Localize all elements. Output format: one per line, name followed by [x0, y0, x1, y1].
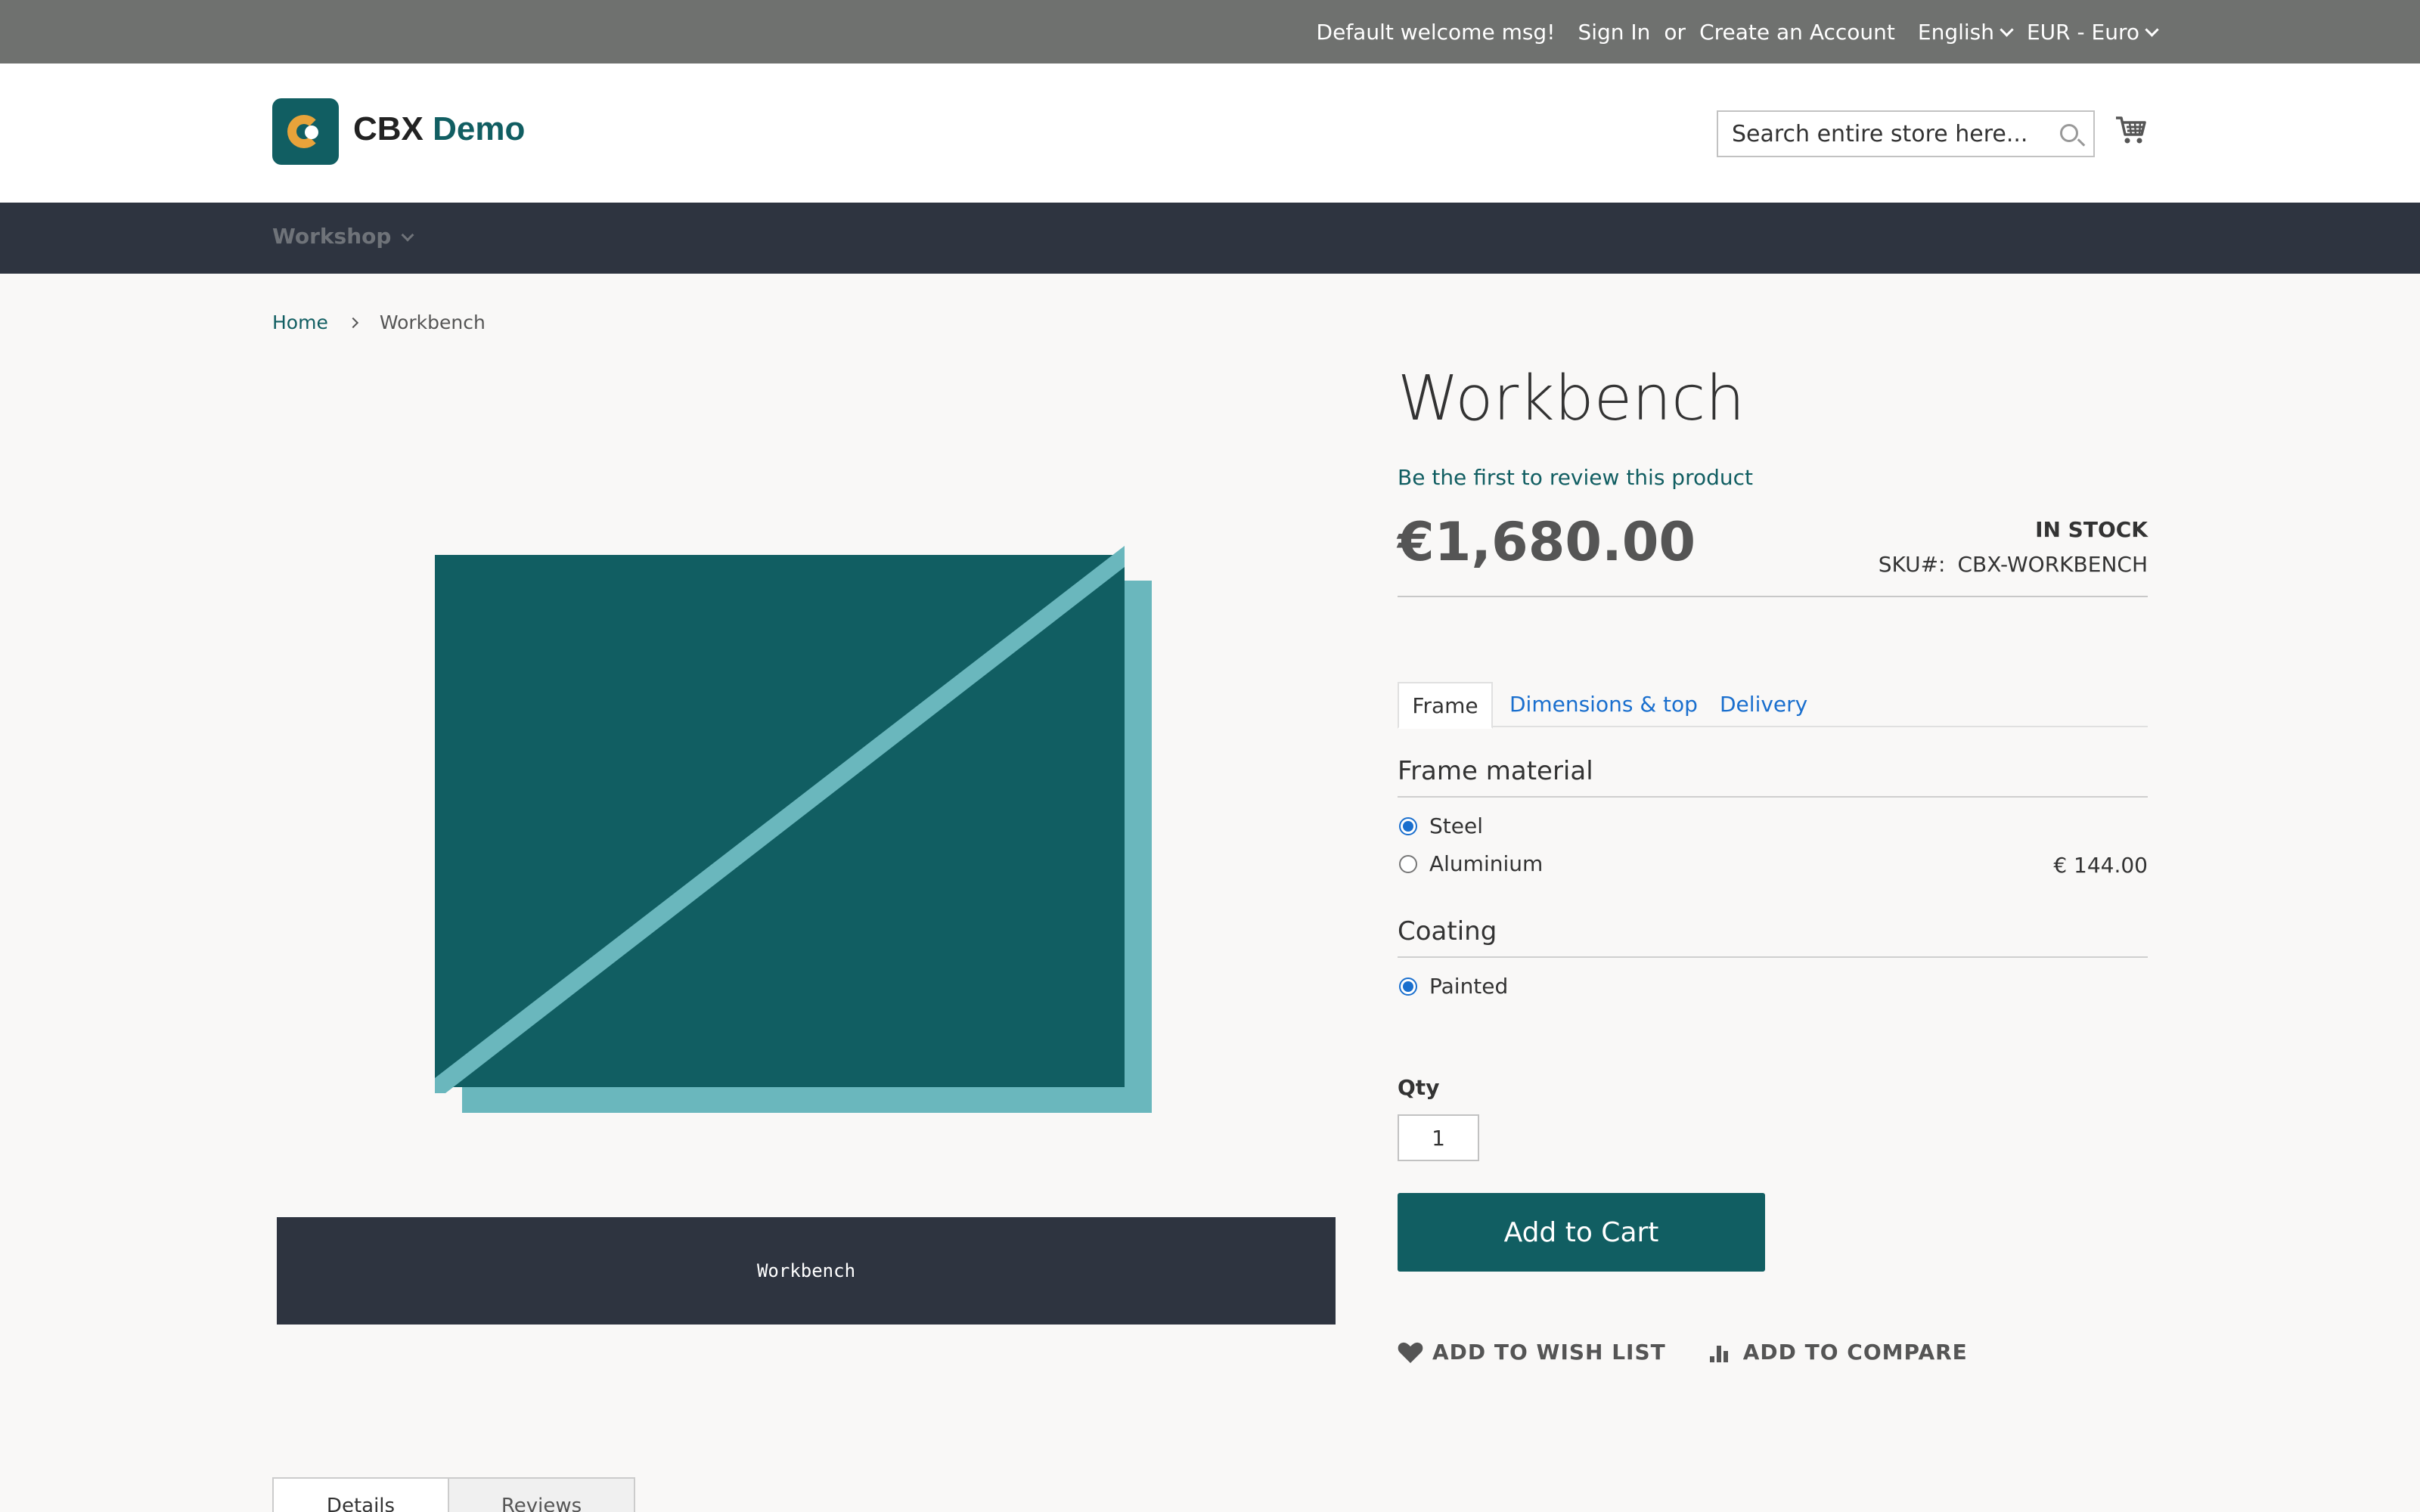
option-label: Aluminium: [1429, 851, 1544, 876]
sign-in-link[interactable]: Sign In: [1578, 20, 1650, 45]
compare-label: ADD TO COMPARE: [1742, 1340, 1968, 1365]
option-label: Painted: [1429, 974, 1509, 999]
logo-text[interactable]: CBX Demo: [353, 110, 525, 148]
qty-label: Qty: [1398, 1075, 1440, 1100]
image-caption-bar: Workbench: [277, 1217, 1336, 1325]
coating-heading: Coating: [1398, 916, 1497, 947]
wish-list-label: ADD TO WISH LIST: [1432, 1340, 1666, 1365]
divider: [1398, 796, 2148, 798]
add-to-cart-button[interactable]: Add to Cart: [1398, 1193, 1765, 1272]
welcome-message: Default welcome msg!: [1316, 19, 1556, 45]
heart-icon: [1398, 1342, 1423, 1363]
option-painted[interactable]: Painted: [1399, 974, 1508, 999]
option-price: € 144.00: [2053, 853, 2148, 878]
nav-item-label: Workshop: [272, 224, 392, 249]
tab-details[interactable]: Details: [272, 1477, 449, 1512]
chevron-down-icon: [2000, 22, 2014, 37]
logo-dot: [305, 125, 318, 139]
sku-label: SKU#:: [1878, 552, 1946, 577]
sku: SKU#: CBX-WORKBENCH: [1879, 552, 2148, 577]
tab-frame[interactable]: Frame: [1398, 682, 1493, 729]
nav-item-workshop[interactable]: Workshop: [272, 224, 414, 249]
currency-label: EUR - Euro: [2026, 19, 2139, 45]
divider: [1398, 596, 2148, 597]
chevron-down-icon: [2145, 22, 2159, 37]
search-input[interactable]: [1718, 112, 2051, 156]
currency-switcher[interactable]: EUR - Euro: [2026, 19, 2159, 45]
language-label: English: [1917, 19, 1994, 45]
review-link[interactable]: Be the first to review this product: [1398, 465, 1753, 490]
sku-value: CBX-WORKBENCH: [1957, 552, 2148, 577]
image-caption: Workbench: [756, 1260, 856, 1281]
divider: [1398, 956, 2148, 958]
tab-reviews[interactable]: Reviews: [448, 1477, 635, 1512]
top-bar: Default welcome msg! Sign In or Create a…: [0, 0, 2420, 64]
create-account-link[interactable]: Create an Account: [1699, 20, 1895, 45]
option-label: Steel: [1429, 813, 1483, 838]
option-steel[interactable]: Steel: [1399, 813, 1483, 838]
product-price: €1,680.00: [1398, 511, 1696, 573]
stock-status: IN STOCK: [2035, 517, 2148, 542]
chevron-right-icon: [347, 317, 358, 328]
compare-icon: [1709, 1345, 1728, 1362]
tab-delivery[interactable]: Delivery: [1720, 682, 1807, 729]
product-image[interactable]: [435, 546, 1153, 1114]
or-text: or: [1664, 19, 1686, 45]
config-tabs: Frame Dimensions & top Delivery: [1398, 682, 2148, 729]
language-switcher[interactable]: English: [1917, 19, 2014, 45]
radio-painted[interactable]: [1399, 977, 1417, 996]
logo-text-cbx: CBX: [353, 110, 424, 147]
chevron-down-icon: [401, 228, 414, 242]
search-icon[interactable]: [2060, 124, 2078, 142]
top-links: Default welcome msg! Sign In or Create a…: [1316, 0, 2159, 64]
radio-aluminium[interactable]: [1399, 854, 1417, 873]
tab-dimensions-top[interactable]: Dimensions & top: [1509, 682, 1698, 729]
logo-text-demo: Demo: [433, 110, 526, 147]
option-aluminium[interactable]: Aluminium: [1399, 851, 1543, 876]
qty-input[interactable]: [1398, 1114, 1479, 1161]
header: CBX Demo: [0, 64, 2420, 203]
add-to-wish-list-link[interactable]: ADD TO WISH LIST: [1398, 1340, 1666, 1365]
cart-icon[interactable]: [2114, 113, 2148, 147]
breadcrumb: Home Workbench: [272, 311, 486, 333]
breadcrumb-current: Workbench: [379, 311, 486, 333]
main-nav: Workshop: [0, 203, 2420, 274]
radio-steel[interactable]: [1399, 816, 1417, 835]
add-to-compare-link[interactable]: ADD TO COMPARE: [1708, 1340, 1968, 1365]
frame-material-heading: Frame material: [1398, 756, 1593, 786]
search-box: [1717, 110, 2095, 157]
logo-icon[interactable]: [272, 98, 339, 165]
breadcrumb-home[interactable]: Home: [272, 311, 328, 333]
page-title: Workbench: [1398, 363, 1745, 435]
product-actions: ADD TO WISH LIST ADD TO COMPARE: [1398, 1340, 2010, 1365]
